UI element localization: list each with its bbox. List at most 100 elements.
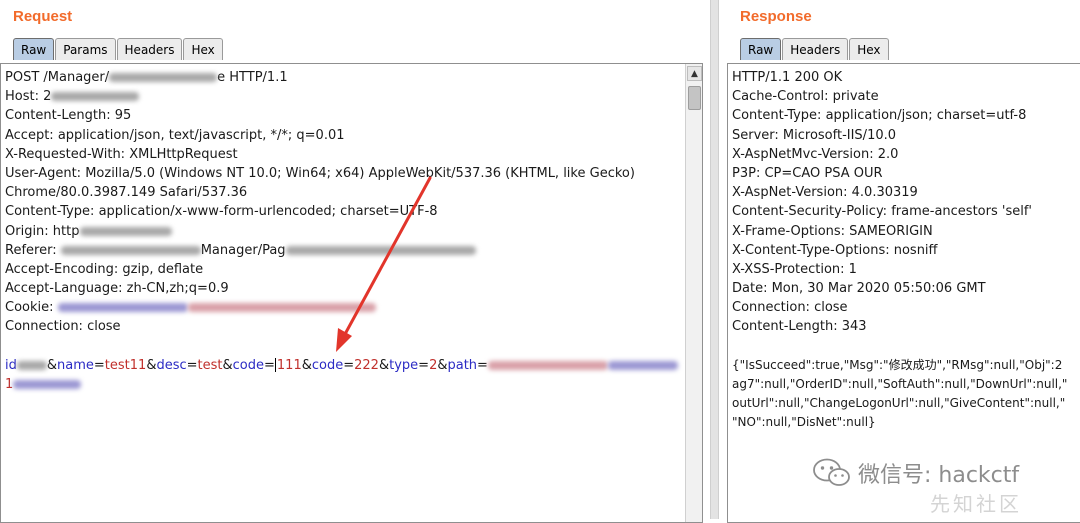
- redacted-text: [79, 226, 172, 236]
- request-line: Chrome/80.0.3987.149 Safari/537.36: [5, 185, 248, 201]
- param-separator: &: [146, 357, 157, 373]
- request-line: Connection: close: [5, 319, 121, 335]
- param-equals: =: [186, 357, 198, 373]
- redacted-cookie: [187, 303, 376, 313]
- response-line: "NO":null,"DisNet":null}: [732, 415, 876, 430]
- param-equals: =: [343, 357, 355, 373]
- response-line: Content-Type: application/json; charset=…: [732, 108, 1027, 124]
- response-text: HTTP/1.1 200 OK Cache-Control: private C…: [732, 68, 1067, 433]
- request-tab-params[interactable]: Params: [55, 38, 116, 60]
- redacted-path: [487, 360, 608, 370]
- response-line: X-XSS-Protection: 1: [732, 261, 857, 277]
- param-name: path: [447, 357, 478, 373]
- request-line: User-Agent: Mozilla/5.0 (Windows NT 10.0…: [5, 165, 635, 181]
- param-name: type: [389, 357, 419, 373]
- scroll-up-icon[interactable]: ▲: [687, 66, 702, 81]
- response-line: Date: Mon, 30 Mar 2020 05:50:06 GMT: [732, 281, 986, 297]
- response-line: Server: Microsoft-IIS/10.0: [732, 127, 897, 143]
- redacted-text: [16, 360, 47, 370]
- response-line: Content-Security-Policy: frame-ancestors…: [732, 204, 1032, 220]
- request-line: Accept: application/json, text/javascrip…: [5, 127, 345, 143]
- request-tab-hex[interactable]: Hex: [183, 38, 223, 60]
- request-line: Accept-Language: zh-CN,zh;q=0.9: [5, 281, 229, 297]
- response-line: HTTP/1.1 200 OK: [732, 70, 843, 85]
- param-value: 1: [5, 377, 14, 392]
- pane-splitter[interactable]: [710, 0, 719, 519]
- param-value: test: [197, 357, 223, 373]
- response-line: X-Frame-Options: SAMEORIGIN: [732, 223, 933, 239]
- redacted-text: [285, 245, 476, 255]
- response-line: X-AspNetMvc-Version: 2.0: [732, 146, 899, 162]
- request-line-text: Host: 2: [5, 89, 52, 105]
- request-line-text: POST /Manager/: [5, 70, 110, 85]
- response-line: outUrl":null,"ChangeLogonUrl":null,"Give…: [732, 396, 1066, 411]
- request-pane-title: Request: [13, 8, 73, 25]
- response-line: Content-Length: 343: [732, 319, 867, 335]
- wechat-logo-icon: [813, 458, 850, 486]
- watermark: 微信号: hackctf 先知社区: [812, 452, 1072, 516]
- request-text: POST /Manager/e HTTP/1.1 Host: 2 Content…: [5, 68, 678, 394]
- scrollbar-thumb[interactable]: [688, 86, 701, 110]
- request-line: X-Requested-With: XMLHttpRequest: [5, 146, 238, 162]
- request-line: Content-Length: 95: [5, 108, 132, 124]
- watermark-wechat-id: 微信号: hackctf: [858, 463, 1020, 488]
- request-line: Referer: Manager/Pag: [5, 241, 678, 260]
- redacted-path: [607, 360, 678, 370]
- param-separator: &: [301, 357, 312, 373]
- response-tab-bar: Raw Headers Hex: [740, 38, 890, 60]
- request-tab-raw[interactable]: Raw: [13, 38, 55, 60]
- response-pane-title: Response: [740, 8, 812, 25]
- redacted-path: [13, 380, 82, 389]
- param-name: code: [311, 357, 344, 373]
- param-name: name: [57, 357, 94, 373]
- param-name: id: [5, 357, 17, 373]
- response-line: P3P: CP=CAO PSA OUR: [732, 165, 883, 181]
- param-equals: =: [264, 357, 275, 373]
- request-body-line: 1: [5, 375, 678, 394]
- response-line: {"IsSucceed":true,"Msg":"修改成功","RMsg":nu…: [732, 357, 1063, 372]
- param-separator: &: [437, 357, 448, 373]
- param-separator: &: [222, 357, 233, 373]
- param-separator: &: [46, 357, 58, 373]
- param-value: test11: [104, 357, 147, 373]
- param-name: code: [232, 357, 264, 373]
- response-line: X-Content-Type-Options: nosniff: [732, 242, 938, 258]
- response-tab-raw[interactable]: Raw: [740, 38, 782, 60]
- redacted-text: [51, 92, 140, 102]
- param-equals: =: [477, 357, 488, 373]
- response-line: Connection: close: [732, 300, 848, 316]
- redacted-text: [60, 245, 201, 255]
- request-line: Accept-Encoding: gzip, deflate: [5, 261, 204, 277]
- request-tab-bar: Raw Params Headers Hex: [13, 38, 224, 60]
- text-cursor: [274, 358, 276, 373]
- redacted-text: [109, 73, 218, 82]
- request-scrollbar[interactable]: ▲: [685, 64, 702, 522]
- param-value: 222: [354, 357, 379, 373]
- request-line-text: Cookie:: [5, 300, 58, 316]
- response-line: ag7":null,"OrderID":null,"SoftAuth":null…: [732, 377, 1068, 391]
- param-equals: =: [418, 357, 430, 373]
- request-line: POST /Manager/e HTTP/1.1: [5, 68, 678, 87]
- request-line-text: Origin: http: [5, 223, 80, 239]
- request-line-text: Referer:: [5, 242, 61, 258]
- response-line: X-AspNet-Version: 4.0.30319: [732, 185, 918, 201]
- request-line: Origin: http: [5, 222, 678, 241]
- param-name: desc: [156, 357, 187, 373]
- request-tab-headers[interactable]: Headers: [116, 38, 183, 60]
- param-separator: &: [378, 357, 390, 373]
- request-line: Host: 2: [5, 87, 678, 106]
- param-value: 111: [276, 357, 302, 373]
- request-line-blank: [5, 337, 678, 356]
- response-line: Cache-Control: private: [732, 89, 879, 105]
- response-tab-headers[interactable]: Headers: [782, 38, 849, 60]
- redacted-cookie: [57, 303, 188, 313]
- watermark-site: 先知社区: [930, 492, 1022, 516]
- request-line-text: Manager/Pag: [200, 242, 286, 258]
- request-body-line: id &name=test11&desc=test&code= 111&code=2…: [5, 356, 678, 375]
- request-line-text: e HTTP/1.1: [217, 70, 288, 85]
- param-equals: =: [93, 357, 105, 373]
- request-editor[interactable]: POST /Manager/e HTTP/1.1 Host: 2 Content…: [0, 63, 703, 523]
- response-tab-hex[interactable]: Hex: [849, 38, 889, 60]
- response-line: [732, 337, 1067, 356]
- request-line: Cookie:: [5, 298, 678, 317]
